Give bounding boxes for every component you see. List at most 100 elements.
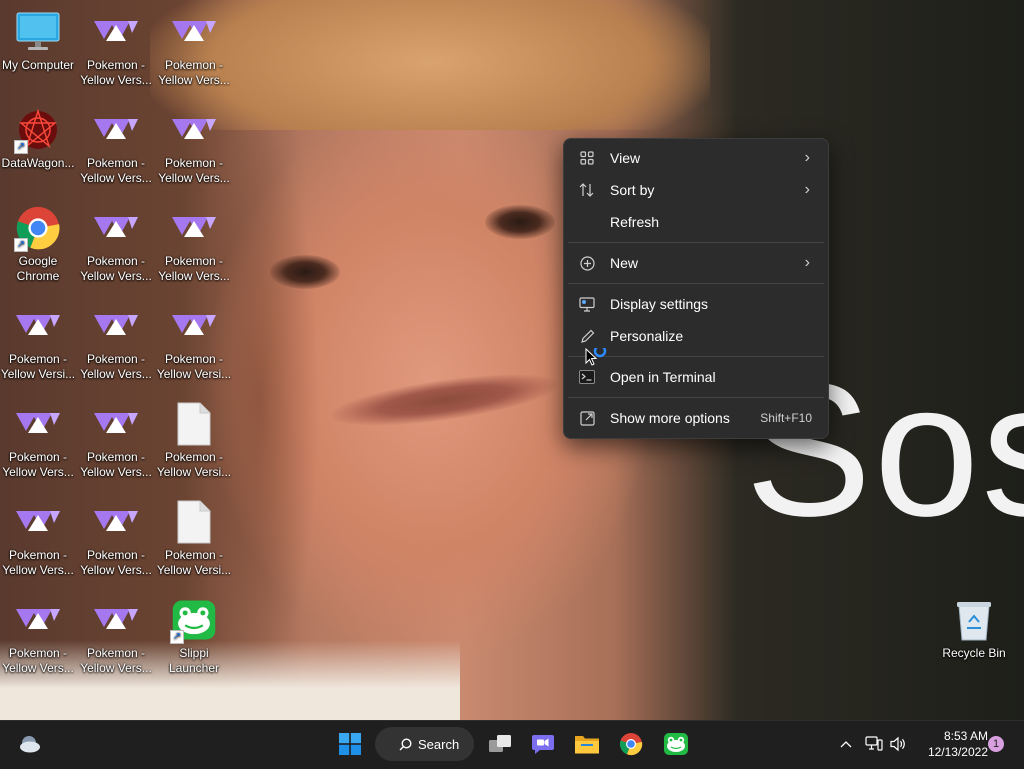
open-external-icon: [579, 410, 595, 426]
pokemon-rom-icon: [170, 302, 218, 350]
mouse-cursor-busy-icon: [585, 344, 611, 377]
desktop-icon[interactable]: Pokemon - Yellow Vers...: [156, 106, 232, 186]
network-icon[interactable]: [864, 735, 884, 753]
clock-time: 8:53 AM: [943, 729, 988, 743]
system-clock[interactable]: 8:53 AM 12/13/2022: [912, 728, 988, 760]
pokemon-rom-icon: [92, 498, 140, 546]
chrome-icon: ↗: [14, 204, 62, 252]
datawagon-icon: ↗: [14, 106, 62, 154]
menu-item-new[interactable]: New ›: [568, 248, 824, 278]
desktop-icon-label: Pokemon - Yellow Vers...: [80, 352, 152, 381]
file-explorer-icon[interactable]: [573, 730, 601, 758]
slippi-frog-icon[interactable]: [661, 729, 691, 759]
desktop-icon[interactable]: ↗ DataWagon...: [0, 106, 76, 171]
desktop-icon[interactable]: Pokemon - Yellow Versi...: [0, 302, 76, 382]
chevron-right-icon: ›: [804, 254, 810, 271]
menu-item-label: Display settings: [610, 296, 709, 312]
desktop-icon[interactable]: Pokemon - Yellow Vers...: [156, 204, 232, 284]
desktop-icon-label: Pokemon - Yellow Vers...: [80, 254, 152, 283]
desktop-icon[interactable]: Pokemon - Yellow Vers...: [78, 596, 154, 676]
desktop-icon-label: Pokemon - Yellow Versi...: [156, 352, 232, 381]
pokemon-rom-icon: [92, 400, 140, 448]
shortcut-arrow-icon: ↗: [170, 630, 184, 644]
desktop-icon[interactable]: Recycle Bin: [936, 596, 1012, 661]
desktop-icon-label: DataWagon...: [1, 156, 75, 170]
file-icon: [170, 498, 218, 546]
desktop-icon[interactable]: ↗ Slippi Launcher: [156, 596, 232, 676]
desktop-icon-label: Pokemon - Yellow Vers...: [80, 58, 152, 87]
chrome-icon[interactable]: [617, 730, 645, 758]
desktop-icon-label: Recycle Bin: [942, 646, 1006, 660]
wallpaper-mouth: [328, 364, 562, 436]
wallpaper-hair: [150, 0, 710, 130]
desktop-icon-label: Pokemon - Yellow Vers...: [2, 548, 74, 577]
menu-item-show-more-options[interactable]: Show more options Shift+F10: [568, 403, 824, 433]
desktop-context-menu: View › Sort by › Refresh New › Display s…: [563, 138, 829, 439]
teams-chat-icon[interactable]: [529, 730, 557, 758]
menu-item-refresh[interactable]: Refresh: [568, 207, 824, 237]
desktop-icon[interactable]: Pokemon - Yellow Vers...: [0, 498, 76, 578]
display-settings-icon: [579, 296, 595, 312]
pokemon-rom-icon: [92, 8, 140, 56]
desktop-icon[interactable]: Pokemon - Yellow Vers...: [78, 498, 154, 578]
menu-item-label: Sort by: [610, 182, 655, 198]
desktop-icon[interactable]: My Computer: [0, 8, 76, 73]
pokemon-rom-icon: [14, 400, 62, 448]
desktop-icon[interactable]: Pokemon - Yellow Versi...: [156, 302, 232, 382]
menu-separator: [568, 283, 824, 284]
desktop-icon-label: My Computer: [1, 58, 75, 72]
file-icon: [170, 400, 218, 448]
chevron-up-icon[interactable]: [838, 736, 854, 752]
pokemon-rom-icon: [92, 106, 140, 154]
desktop-icon-label: Pokemon - Yellow Versi...: [156, 548, 232, 577]
menu-item-personalize[interactable]: Personalize: [568, 321, 824, 351]
desktop-icon[interactable]: Pokemon - Yellow Vers...: [78, 106, 154, 186]
desktop-icon[interactable]: Pokemon - Yellow Versi...: [156, 498, 232, 578]
menu-item-label: Open in Terminal: [610, 369, 716, 385]
desktop-icon-label: Slippi Launcher: [168, 646, 220, 675]
desktop-icon[interactable]: Pokemon - Yellow Vers...: [0, 596, 76, 676]
volume-icon[interactable]: [888, 735, 908, 753]
shortcut-arrow-icon: ↗: [14, 140, 28, 154]
pokemon-rom-icon: [92, 302, 140, 350]
search-icon: [399, 737, 412, 751]
desktop-icon[interactable]: Pokemon - Yellow Vers...: [78, 400, 154, 480]
wallpaper-eye-left: [270, 255, 340, 289]
menu-item-display-settings[interactable]: Display settings: [568, 289, 824, 319]
desktop-icon[interactable]: Pokemon - Yellow Vers...: [78, 302, 154, 382]
desktop-icon-label: Pokemon - Yellow Vers...: [2, 646, 74, 675]
widgets-weather-icon[interactable]: [14, 730, 44, 758]
desktop-icon[interactable]: ↗ Google Chrome: [0, 204, 76, 284]
pokemon-rom-icon: [92, 596, 140, 644]
desktop-icon[interactable]: Pokemon - Yellow Versi...: [156, 400, 232, 480]
notification-badge[interactable]: 1: [988, 736, 1004, 752]
windows-start-icon[interactable]: [334, 728, 366, 760]
recycle-bin-icon: [950, 596, 998, 644]
menu-item-label: Personalize: [610, 328, 684, 344]
desktop-icon[interactable]: Pokemon - Yellow Vers...: [156, 8, 232, 88]
desktop-icon-label: Pokemon - Yellow Vers...: [2, 450, 74, 479]
menu-item-sort-by[interactable]: Sort by ›: [568, 175, 824, 205]
desktop-icon[interactable]: Pokemon - Yellow Vers...: [0, 400, 76, 480]
desktop-icon[interactable]: Pokemon - Yellow Vers...: [78, 204, 154, 284]
task-view-icon[interactable]: [486, 730, 514, 758]
desktop-icon[interactable]: Pokemon - Yellow Vers...: [78, 8, 154, 88]
menu-separator: [568, 242, 824, 243]
desktop-icon-label: Pokemon - Yellow Versi...: [0, 352, 76, 381]
pokemon-rom-icon: [170, 204, 218, 252]
pen-icon: [579, 328, 595, 344]
shortcut-arrow-icon: ↗: [14, 238, 28, 252]
grid-view-icon: [579, 150, 595, 166]
refresh-icon: [579, 214, 595, 230]
clock-date: 12/13/2022: [927, 745, 988, 759]
taskbar-search-button[interactable]: Search: [375, 727, 474, 761]
pokemon-rom-icon: [14, 596, 62, 644]
pokemon-rom-icon: [92, 204, 140, 252]
desktop-icon-label: Pokemon - Yellow Vers...: [80, 548, 152, 577]
pokemon-rom-icon: [170, 8, 218, 56]
desktop-icon-label: Pokemon - Yellow Vers...: [80, 450, 152, 479]
menu-item-view[interactable]: View ›: [568, 143, 824, 173]
search-label: Search: [418, 736, 460, 752]
chevron-right-icon: ›: [804, 181, 810, 198]
desktop-icon-label: Pokemon - Yellow Vers...: [80, 646, 152, 675]
